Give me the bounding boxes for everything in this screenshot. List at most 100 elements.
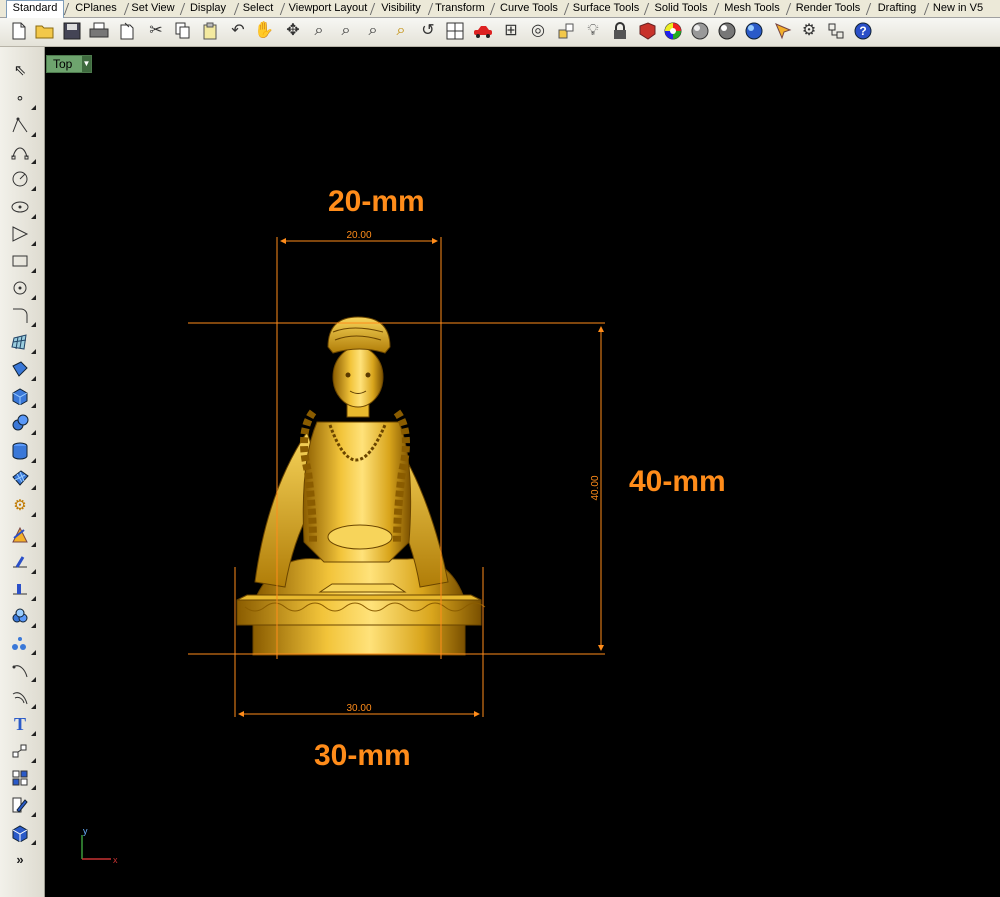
open-folder-icon[interactable] [34,20,56,42]
axis-indicator: y x [81,826,118,865]
save-icon[interactable] [61,20,83,42]
explode-icon[interactable] [8,523,36,547]
undo-view-icon[interactable]: ↺ [417,20,439,42]
undo-icon[interactable]: ↶ [227,20,249,42]
lock-icon[interactable] [609,20,631,42]
ellipse-icon[interactable] [8,195,36,219]
cut-icon[interactable]: ✂ [145,20,167,42]
tab-divider [713,3,720,15]
pan-hand-icon[interactable]: ✋ [253,20,275,42]
fillet-curve-icon[interactable] [8,303,36,327]
statue-model[interactable] [236,316,486,656]
rectangle-icon[interactable] [8,249,36,273]
car-icon[interactable] [472,20,494,42]
tab-curve-tools[interactable]: Curve Tools [496,1,562,16]
copy-icon[interactable] [172,20,194,42]
tab-divider [489,3,496,15]
left-toolbar: ⇖ ∘ ⚙ T » [0,47,45,897]
import-icon[interactable] [116,20,138,42]
properties-icon[interactable] [8,793,36,817]
tab-visibility[interactable]: Visibility [376,1,426,16]
print-icon[interactable] [88,20,110,42]
render-sphere-icon[interactable] [689,20,711,42]
standard-toolbar: ✂ ↶ ✋ ✥ ⌕ ⌕ ⌕ ⌕ ↺ ⊞ ◎ 💡︎ ⚙ ? [0,18,1000,47]
zoom-selected-icon[interactable]: ⌕ [390,20,412,42]
viewport-tab-top[interactable]: Top ▼ [46,55,92,73]
help-icon[interactable]: ? [852,20,874,42]
four-viewports-icon[interactable] [444,20,466,42]
rotate-view-icon[interactable]: ✥ [282,20,304,42]
render-cube-icon[interactable] [8,821,36,845]
tab-divider [643,3,650,15]
color-wheel-icon[interactable] [662,20,684,42]
group-icon[interactable] [8,766,36,790]
tab-divider [923,3,930,15]
cylinder-solid-icon[interactable] [8,439,36,463]
grid-icon[interactable]: ⊞ [500,20,522,42]
zoom-window-icon[interactable]: ⌕ [335,20,357,42]
transform-gear-icon[interactable]: ⚙ [8,493,36,517]
environment-sphere-icon[interactable] [743,20,765,42]
more-icon[interactable]: » [8,847,32,871]
settings-gear-icon[interactable]: ⚙ [798,20,820,42]
svg-text:?: ? [859,24,866,38]
viewport-canvas: 20.00 40.00 30.00 y x [81,230,605,865]
extrude-surface-icon[interactable] [8,357,36,381]
sphere-solid-icon[interactable] [8,411,36,435]
zoom-extents-icon[interactable]: ⌕ [362,20,384,42]
top-viewport[interactable]: 20.00 40.00 30.00 y x 20-mm 40-mm 30-mm [45,47,1000,897]
array-icon[interactable] [8,739,36,763]
shade-icon[interactable] [636,20,658,42]
tab-set-view[interactable]: Set View [130,1,176,16]
tab-new-in-v5[interactable]: New in V5 [930,1,986,16]
layers-icon[interactable] [825,20,847,42]
tab-divider [369,3,376,15]
tab-cplanes[interactable]: CPlanes [72,1,120,16]
text-icon[interactable]: T [8,712,36,736]
tab-transform[interactable]: Transform [432,1,488,16]
new-file-icon[interactable] [8,20,30,42]
analyze-icon[interactable] [8,604,36,628]
circle-icon[interactable] [8,167,36,191]
tab-surface-tools[interactable]: Surface Tools [570,1,642,16]
axis-x-label: x [113,855,118,865]
tab-render-tools[interactable]: Render Tools [792,1,864,16]
tab-viewport-layout[interactable]: Viewport Layout [286,1,370,16]
zoom-icon[interactable]: ⌕ [308,20,330,42]
tab-divider [179,3,186,15]
points-cloud-icon[interactable] [8,631,36,655]
material-sphere-icon[interactable] [716,20,738,42]
offset-curve-icon[interactable] [8,658,36,682]
mesh-icon[interactable] [8,466,36,490]
dimension-label: 20.00 [346,230,371,241]
curve-icon[interactable] [8,140,36,164]
light-bulb-icon[interactable]: 💡︎ [582,20,604,42]
tab-divider [279,3,286,15]
tab-select[interactable]: Select [240,1,276,16]
point-icon[interactable]: ∘ [8,86,36,110]
arc-icon[interactable] [8,276,36,300]
viewport-menu-icon[interactable]: ▼ [82,56,91,72]
split-icon[interactable] [8,550,36,574]
blend-curve-icon[interactable] [8,685,36,709]
annotation-bottom: 30-mm [314,739,411,772]
tab-standard[interactable]: Standard [6,0,64,18]
tab-mesh-tools[interactable]: Mesh Tools [720,1,784,16]
paste-icon[interactable] [199,20,221,42]
polyline-icon[interactable] [8,113,36,137]
boolean-icon[interactable] [8,577,36,601]
box-solid-icon[interactable] [8,384,36,408]
tab-solid-tools[interactable]: Solid Tools [650,1,712,16]
polygon-icon[interactable] [8,222,36,246]
axis-y-label: y [83,826,88,836]
select-arrow-icon[interactable]: ⇖ [8,58,32,82]
tab-display[interactable]: Display [186,1,230,16]
surface-grid-icon[interactable] [8,330,36,354]
tab-divider [233,3,240,15]
tab-divider [63,3,70,15]
snap-icon[interactable] [772,20,794,42]
cplane-icon[interactable] [555,20,577,42]
target-icon[interactable]: ◎ [527,20,549,42]
viewport-name: Top [53,57,73,71]
tab-drafting[interactable]: Drafting [872,1,922,16]
